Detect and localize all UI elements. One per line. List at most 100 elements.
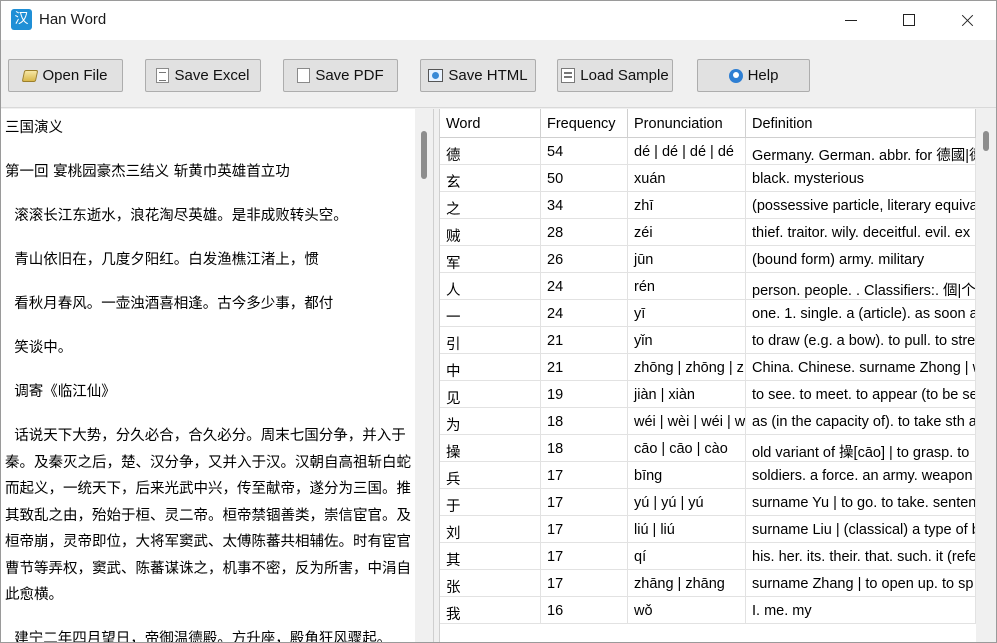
help-button[interactable]: Help: [697, 59, 810, 92]
column-header-pronunciation[interactable]: Pronunciation: [628, 109, 746, 138]
definition-cell: person. people. . Classifiers:. 個|个|: [746, 273, 976, 300]
table-scroll-thumb[interactable]: [983, 131, 989, 151]
pronunciation-cell: zhī: [628, 192, 746, 219]
table-row[interactable]: 一 24 yī one. 1. single. a (article). as soo…: [440, 300, 976, 327]
pronunciation-cell: yī: [628, 300, 746, 327]
frequency-cell: 24: [541, 300, 628, 327]
save-pdf-button[interactable]: Save PDF: [283, 59, 398, 92]
table-vertical-scrollbar[interactable]: [976, 109, 996, 642]
word-cell: 为: [440, 408, 541, 435]
word-cell: 于: [440, 489, 541, 516]
word-cell: 军: [440, 246, 541, 273]
spreadsheet-icon: [156, 68, 170, 83]
table-row[interactable]: 玄 50 xuán black. mysterious: [440, 165, 976, 192]
table-row[interactable]: 军 26 jūn (bound form) army. military: [440, 246, 976, 273]
text-paragraph: 笑谈中。: [5, 340, 73, 356]
pronunciation-cell: wǒ: [628, 597, 746, 624]
frequency-cell: 17: [541, 543, 628, 570]
table-row[interactable]: 德 54 dé | dé | dé | dé Germany. German. abb…: [440, 138, 976, 165]
load-sample-button[interactable]: Load Sample: [557, 59, 673, 92]
word-cell: 见: [440, 381, 541, 408]
table-row[interactable]: 中 21 zhōng | zhōng | z China. Chinese. surn…: [440, 354, 976, 381]
pronunciation-cell: yú | yú | yú: [628, 489, 746, 516]
frequency-cell: 17: [541, 516, 628, 543]
definition-cell: to draw (e.g. a bow). to pull. to stre: [746, 327, 976, 354]
table-row[interactable]: 张 17 zhāng | zhāng surname Zhang | to open …: [440, 570, 976, 597]
text-content[interactable]: 三国演义 第一回 宴桃园豪杰三结义 斩黄巾英雄首立功 滚滚长江东逝水，浪花淘尽英雄…: [5, 115, 413, 642]
definition-cell: surname Liu | (classical) a type of b: [746, 516, 976, 543]
chinese-text-editor[interactable]: 三国演义 第一回 宴桃园豪杰三结义 斩黄巾英雄首立功 滚滚长江东逝水，浪花淘尽英雄…: [1, 109, 434, 642]
pronunciation-cell: jūn: [628, 246, 746, 273]
window-title: Han Word: [39, 11, 107, 28]
save-pdf-label: Save PDF: [315, 67, 384, 84]
table-row[interactable]: 见 19 jiàn | xiàn to see. to meet. to appear…: [440, 381, 976, 408]
save-excel-button[interactable]: Save Excel: [145, 59, 261, 92]
pronunciation-cell: zhāng | zhāng: [628, 570, 746, 597]
frequency-cell: 21: [541, 327, 628, 354]
frequency-cell: 19: [541, 381, 628, 408]
word-cell: 一: [440, 300, 541, 327]
pronunciation-cell: dé | dé | dé | dé: [628, 138, 746, 165]
frequency-cell: 18: [541, 408, 628, 435]
pronunciation-cell: zhōng | zhōng | z: [628, 354, 746, 381]
definition-cell: (bound form) army. military: [746, 246, 976, 273]
table-row[interactable]: 引 21 yǐn to draw (e.g. a bow). to pull. to …: [440, 327, 976, 354]
definition-cell: surname Yu | to go. to take. senten: [746, 489, 976, 516]
frequency-cell: 28: [541, 219, 628, 246]
table-row[interactable]: 我 16 wǒ I. me. my: [440, 597, 976, 624]
table-row[interactable]: 之 34 zhī (possessive particle, literary equ…: [440, 192, 976, 219]
table-row[interactable]: 人 24 rén person. people. . Classifiers:. 個|…: [440, 273, 976, 300]
table-row[interactable]: 兵 17 bīng soldiers. a force. an army. weapo…: [440, 462, 976, 489]
definition-cell: old variant of 操[cāo] | to grasp. to: [746, 435, 976, 462]
frequency-cell: 16: [541, 597, 628, 624]
column-header-definition[interactable]: Definition: [746, 109, 976, 138]
help-label: Help: [747, 67, 779, 84]
open-file-button[interactable]: Open File: [8, 59, 123, 92]
word-frequency-table[interactable]: Word Frequency Pronunciation Definition …: [439, 109, 996, 642]
word-cell: 刘: [440, 516, 541, 543]
pronunciation-cell: rén: [628, 273, 746, 300]
text-paragraph: 建宁二年四月望日，帝御温德殿。方升座，殿角狂风骤起。: [5, 631, 392, 642]
table-row[interactable]: 刘 17 liú | liú surname Liu | (classical) a …: [440, 516, 976, 543]
frequency-cell: 17: [541, 570, 628, 597]
save-html-button[interactable]: Save HTML: [420, 59, 536, 92]
text-paragraph: 调寄《临江仙》: [5, 384, 116, 400]
word-cell: 我: [440, 597, 541, 624]
maximize-button[interactable]: [880, 1, 938, 40]
definition-cell: as (in the capacity of). to take sth a: [746, 408, 976, 435]
folder-open-icon: [22, 69, 39, 82]
text-paragraph: 青山依旧在，几度夕阳红。白发渔樵江渚上，惯: [5, 252, 319, 268]
help-icon: [728, 68, 743, 83]
toolbar: Open File Save Excel Save PDF Save HTML …: [1, 40, 996, 108]
definition-cell: surname Zhang | to open up. to sp: [746, 570, 976, 597]
app-logo-icon: 汉: [11, 9, 32, 30]
text-document-icon: [561, 68, 576, 83]
table-row[interactable]: 贼 28 zéi thief. traitor. wily. deceitful. e…: [440, 219, 976, 246]
table-row[interactable]: 其 17 qí his. her. its. their. that. such. i…: [440, 543, 976, 570]
pronunciation-cell: yǐn: [628, 327, 746, 354]
column-header-word[interactable]: Word: [440, 109, 541, 138]
close-button[interactable]: [938, 1, 996, 40]
text-paragraph: 三国演义: [5, 120, 63, 136]
pronunciation-cell: wéi | wèi | wéi | w: [628, 408, 746, 435]
table-row[interactable]: 于 17 yú | yú | yú surname Yu | to go. to ta…: [440, 489, 976, 516]
title-bar[interactable]: 汉 Han Word: [1, 1, 996, 40]
column-header-frequency[interactable]: Frequency: [541, 109, 628, 138]
open-file-label: Open File: [42, 67, 108, 84]
definition-cell: China. Chinese. surname Zhong | w: [746, 354, 976, 381]
web-page-icon: [428, 69, 444, 82]
frequency-cell: 50: [541, 165, 628, 192]
pronunciation-cell: qí: [628, 543, 746, 570]
text-vertical-scrollbar[interactable]: [415, 109, 433, 642]
minimize-button[interactable]: [822, 1, 880, 40]
text-scroll-thumb[interactable]: [421, 131, 427, 179]
definition-cell: soldiers. a force. an army. weapon: [746, 462, 976, 489]
frequency-cell: 17: [541, 462, 628, 489]
word-cell: 之: [440, 192, 541, 219]
table-row[interactable]: 为 18 wéi | wèi | wéi | w as (in the capacit…: [440, 408, 976, 435]
table-row[interactable]: 操 18 cāo | cāo | cào old variant of 操[cāo] …: [440, 435, 976, 462]
text-paragraph: 看秋月春风。一壶浊酒喜相逢。古今多少事，都付: [5, 296, 334, 312]
pronunciation-cell: zéi: [628, 219, 746, 246]
frequency-cell: 54: [541, 138, 628, 165]
pronunciation-cell: jiàn | xiàn: [628, 381, 746, 408]
